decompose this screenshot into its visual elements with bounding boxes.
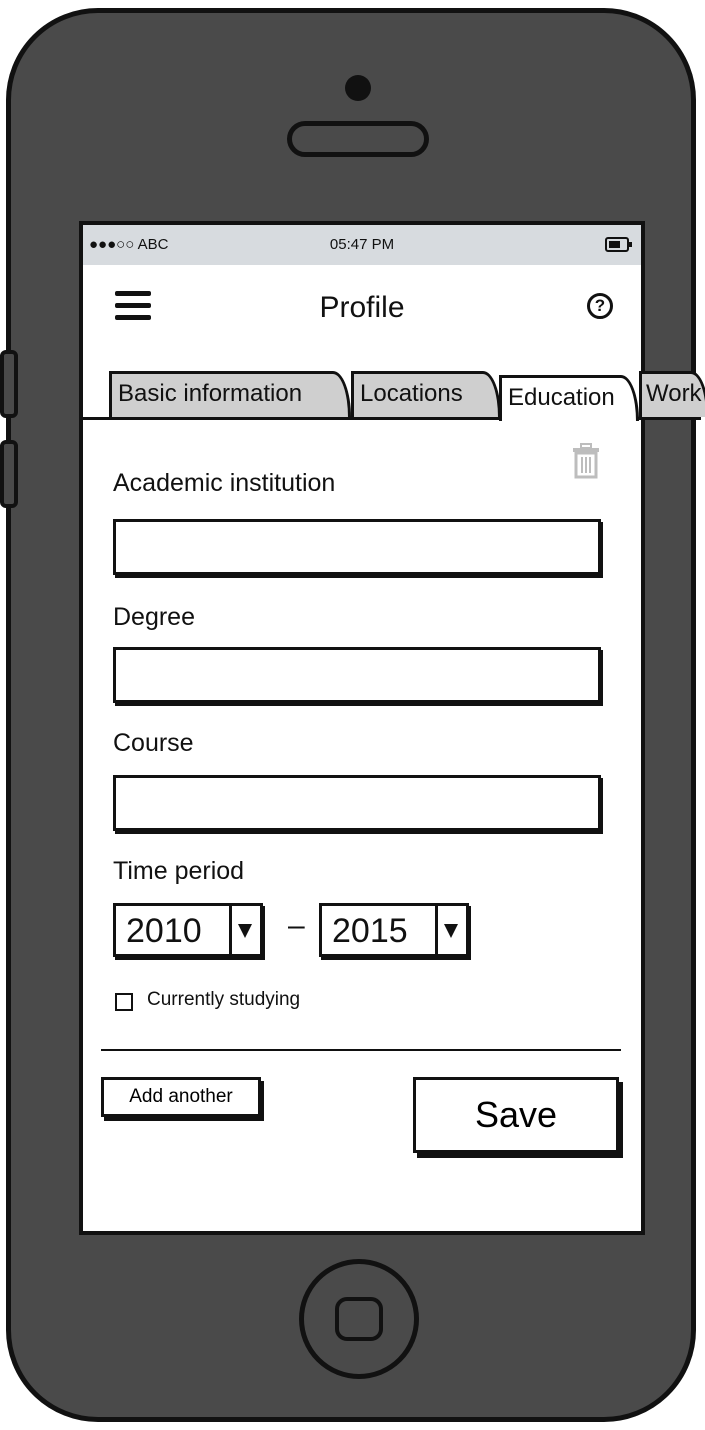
home-button[interactable] [299, 1259, 419, 1379]
degree-label: Degree [113, 603, 195, 631]
institution-label: Academic institution [113, 469, 336, 497]
currently-studying-label: Currently studying [147, 989, 301, 1010]
volume-button [0, 350, 18, 418]
institution-input[interactable] [113, 519, 601, 575]
page-title: Profile [319, 291, 405, 324]
help-circle-icon[interactable]: ? [587, 293, 613, 319]
dropdown-arrow-icon [238, 924, 252, 938]
speaker-icon [287, 121, 429, 157]
save-button[interactable]: Save [413, 1077, 619, 1153]
app-screen: ●●●○○ ABC 05:47 PM Profile ? Basic infor… [79, 221, 705, 1235]
status-bar: ●●●○○ ABC 05:47 PM [83, 225, 641, 265]
camera-icon [345, 75, 371, 101]
course-input[interactable] [113, 775, 601, 831]
add-another-button[interactable]: Add another [101, 1077, 261, 1117]
tab-locations[interactable]: Locations [351, 371, 501, 417]
tab-basic-information[interactable]: Basic information [109, 371, 351, 417]
phone-frame: ●●●○○ ABC 05:47 PM Profile ? Basic infor… [6, 8, 705, 1422]
course-label: Course [113, 729, 194, 757]
start-year-value: 2010 [126, 912, 202, 950]
time-period-label: Time period [113, 857, 245, 885]
section-divider [101, 1049, 621, 1051]
start-year-select[interactable]: 2010 [113, 903, 263, 957]
home-square-icon [335, 1297, 383, 1341]
currently-studying-checkbox[interactable] [115, 993, 133, 1011]
dropdown-arrow-icon [444, 924, 458, 938]
status-time: 05:47 PM [329, 236, 395, 253]
volume-button [0, 440, 18, 508]
battery-icon [605, 237, 632, 252]
degree-input[interactable] [113, 647, 601, 703]
end-year-value: 2015 [332, 912, 408, 950]
tab-education[interactable]: Education [499, 375, 639, 421]
trash-icon[interactable] [571, 443, 601, 479]
year-separator: – [288, 909, 305, 942]
end-year-select[interactable]: 2015 [319, 903, 469, 957]
tab-work[interactable]: Work [639, 371, 705, 417]
